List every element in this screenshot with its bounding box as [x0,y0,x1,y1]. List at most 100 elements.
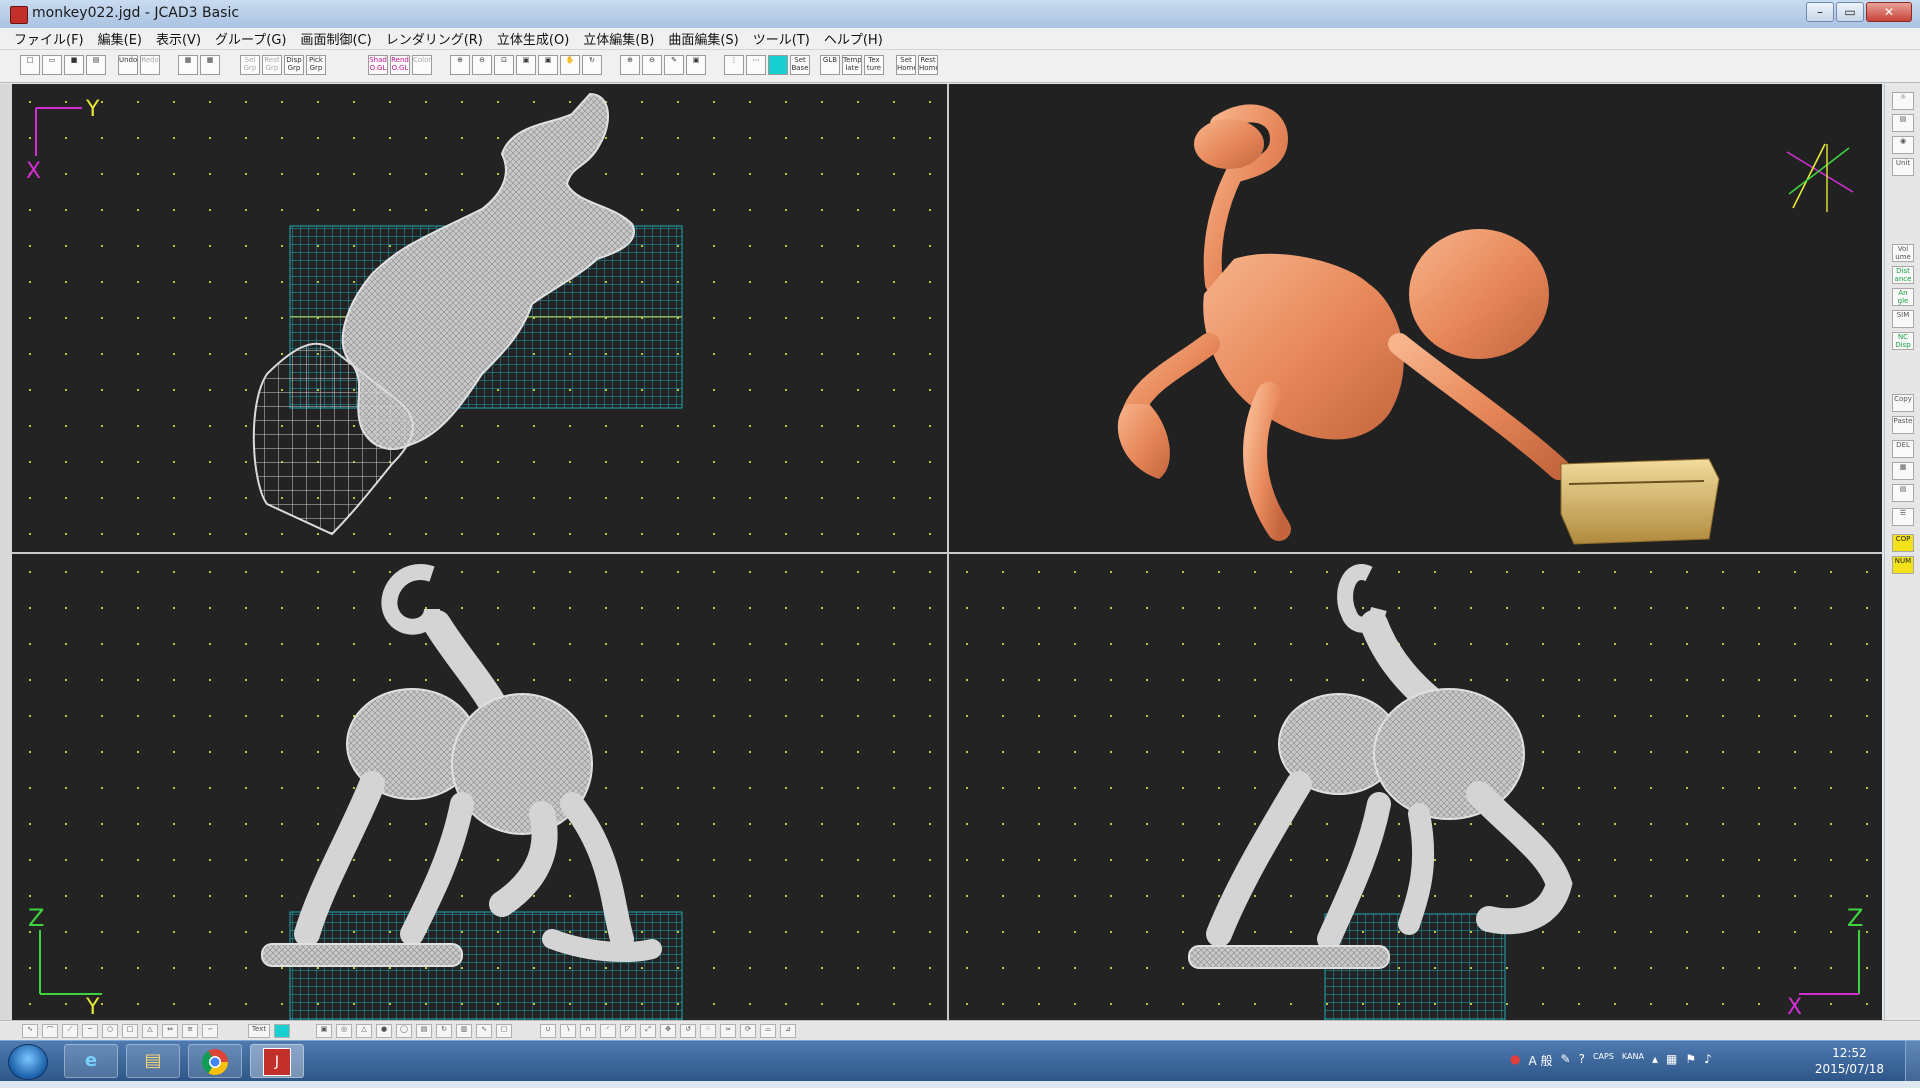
arc-tool-icon[interactable]: ⌒ [42,1024,58,1038]
network-icon[interactable]: ▦ [1666,1052,1677,1069]
grid-display-icon[interactable] [768,55,788,75]
sel-grp-button[interactable]: Sel Grp [240,55,260,75]
folder-icon[interactable]: ▤ [126,1044,180,1078]
distance-button[interactable]: Dist ance [1892,266,1914,284]
hand-icon[interactable]: ✋ [560,55,580,75]
disp-grp-button[interactable]: Disp Grp [284,55,304,75]
minimize-button[interactable]: – [1806,2,1834,22]
open-folder-icon[interactable]: ▭ [42,55,62,75]
measure-icon[interactable]: ⊿ [780,1024,796,1038]
volume-icon[interactable]: ♪ [1704,1052,1712,1069]
sweep-icon[interactable]: ∿ [476,1024,492,1038]
zoom-box-icon[interactable]: ▣ [686,55,706,75]
menu-edit[interactable]: 編集(E) [98,29,142,48]
cop-indicator[interactable]: COP [1892,534,1914,552]
security-icon[interactable]: ● [1510,1052,1520,1069]
texture-button[interactable]: Tex ture [864,55,884,75]
mirror-icon[interactable]: ⇔ [162,1024,178,1038]
save-icon[interactable]: ■ [64,55,84,75]
menu-view[interactable]: 表示(V) [156,29,201,48]
properties-icon[interactable]: ▦ [1892,462,1914,480]
fillet-icon[interactable]: ◜ [600,1024,616,1038]
tree-icon[interactable]: ☰ [1892,508,1914,526]
set-base-button[interactable]: Set Base [790,55,810,75]
polyline-icon[interactable]: ⟋ [62,1024,78,1038]
jcad-taskbar-button[interactable]: J [250,1044,304,1078]
menu-help[interactable]: ヘルプ(H) [824,29,883,48]
volume-button[interactable]: Vol ume [1892,244,1914,262]
dimension-icon[interactable] [274,1024,290,1038]
chrome-icon[interactable] [188,1044,242,1078]
twist-icon[interactable]: ⟳ [740,1024,756,1038]
ie-icon[interactable]: e [64,1044,118,1078]
num-indicator[interactable]: NUM [1892,556,1914,574]
curve-tool-icon[interactable]: ∿ [22,1024,38,1038]
jcad-icon[interactable] [10,6,28,24]
windows-start-icon[interactable] [8,1044,48,1080]
grid-icon[interactable]: ⋮ [724,55,744,75]
line-icon[interactable]: ─ [82,1024,98,1038]
viewport-splitter-horizontal[interactable] [12,552,1882,554]
menu-solid-create[interactable]: 立体生成(O) [497,29,569,48]
deform-icon[interactable]: ≈ [720,1024,736,1038]
print-icon[interactable]: ▤ [86,55,106,75]
offset-icon[interactable]: ≡ [182,1024,198,1038]
viewport-perspective[interactable] [949,84,1882,552]
tray-expand-icon[interactable]: ▴ [1652,1052,1658,1069]
scale-icon[interactable]: ⤢ [640,1024,656,1038]
delete-button[interactable]: DEL [1892,440,1914,458]
color-button[interactable]: Color [412,55,432,75]
new-file-icon[interactable]: □ [20,55,40,75]
solid-box-icon[interactable]: ▣ [316,1024,332,1038]
copy-button[interactable]: Copy [1892,394,1914,412]
pick-grp-button[interactable]: Pick Grp [306,55,326,75]
viewport-front[interactable]: Z Y [12,554,947,1020]
light-icon[interactable]: ☼ [1892,92,1914,110]
solid-sphere-icon[interactable]: ● [376,1024,392,1038]
window-layout-icon[interactable]: ▦ [178,55,198,75]
zoom-all-icon[interactable]: ▣ [538,55,558,75]
zoom-in-icon[interactable]: ⊕ [450,55,470,75]
grid-layout-icon[interactable]: ▦ [200,55,220,75]
paste-button[interactable]: Paste [1892,416,1914,434]
eye-icon[interactable]: ◉ [1892,136,1914,154]
zoom-red-icon[interactable]: ⊕ [620,55,640,75]
circle-icon[interactable]: ○ [102,1024,118,1038]
zoom-window-icon[interactable]: ▣ [516,55,536,75]
undo-button[interactable]: Undo [118,55,138,75]
unit-button[interactable]: Unit [1892,158,1914,176]
zoom-red-out-icon[interactable]: ⊖ [642,55,662,75]
maximize-button[interactable]: ▭ [1836,2,1864,22]
viewport-side[interactable]: Z X [949,554,1882,1020]
array-icon[interactable]: ⁘ [700,1024,716,1038]
angle-button[interactable]: An gle [1892,288,1914,306]
menu-file[interactable]: ファイル(F) [14,29,84,48]
viewport-top[interactable]: Y X [12,84,947,552]
solid-cone-icon[interactable]: △ [356,1024,372,1038]
clock[interactable]: 12:52 2015/07/18 [1815,1045,1884,1077]
rest-grp-button[interactable]: Rest Grp [262,55,282,75]
template-button[interactable]: Temp late [842,55,862,75]
show-desktop-button[interactable] [1905,1041,1920,1081]
move-icon[interactable]: ✥ [660,1024,676,1038]
windows-flag-icon[interactable]: ⚑ [1685,1052,1696,1069]
text-tool-button[interactable]: Text [248,1024,270,1038]
menu-tools[interactable]: ツール(T) [753,29,810,48]
zoom-fit-icon[interactable]: ⊡ [494,55,514,75]
ime-mode[interactable]: A 般 [1528,1052,1552,1069]
revolve-icon[interactable]: ↻ [436,1024,452,1038]
menu-surface-edit[interactable]: 曲面編集(S) [668,29,738,48]
zoom-out-icon[interactable]: ⊖ [472,55,492,75]
layer-icon[interactable]: ▤ [1892,484,1914,502]
rest-home-button[interactable]: Rest Home [918,55,938,75]
boolean-union-icon[interactable]: ∪ [540,1024,556,1038]
menu-screen-control[interactable]: 画面制御(C) [300,29,371,48]
printer-icon[interactable]: ▤ [1892,114,1914,132]
help-icon[interactable]: ? [1579,1052,1585,1069]
redo-button[interactable]: Redo [140,55,160,75]
triangle-icon[interactable]: △ [142,1024,158,1038]
nc-disp-button[interactable]: NC Disp [1892,332,1914,350]
rotate-view-icon[interactable]: ↻ [582,55,602,75]
menu-group[interactable]: グループ(G) [215,29,286,48]
glb-button[interactable]: GLB [820,55,840,75]
